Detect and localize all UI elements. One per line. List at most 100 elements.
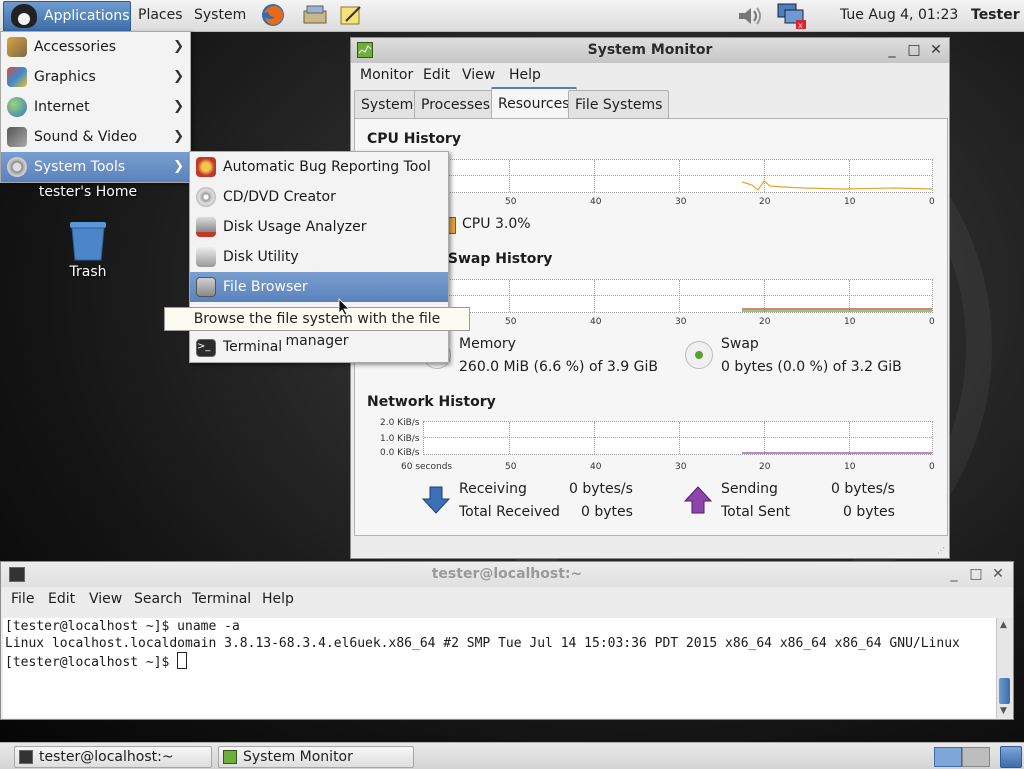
screenshot-icon[interactable] — [302, 3, 328, 27]
volume-icon[interactable] — [736, 4, 766, 28]
top-panel: Applications Places System x Tue Aug 4, … — [0, 0, 1024, 32]
terminal-titlebar[interactable]: tester@localhost:~ _ □ ✕ — [1, 562, 1013, 588]
submenu-item-label: Disk Utility — [223, 249, 299, 265]
cpu-history-title: CPU History — [367, 131, 461, 147]
tab-processes[interactable]: Processes — [414, 90, 498, 119]
menu-item-graphics[interactable]: Graphics ❯ — [1, 62, 190, 92]
terminal-line: [tester@localhost ~]$ uname -a — [5, 619, 240, 634]
sending-label: Sending — [721, 481, 778, 497]
total-sent-label: Total Sent — [721, 504, 791, 520]
resize-grip[interactable]: ⋰ — [937, 546, 947, 556]
tab-file-systems[interactable]: File Systems — [568, 90, 670, 119]
menu-item-accessories[interactable]: Accessories ❯ — [1, 32, 190, 62]
terminal-line: Linux localhost.localdomain 3.8.13-68.3.… — [5, 636, 960, 651]
menu-help[interactable]: Help — [262, 587, 294, 612]
menu-view[interactable]: View — [89, 587, 122, 612]
chevron-right-icon: ❯ — [173, 159, 184, 174]
swap-value: 0 bytes (0.0 %) of 3.2 GiB — [721, 359, 902, 375]
scroll-down-arrow-icon[interactable]: ▼ — [1000, 706, 1007, 716]
system-menu[interactable]: System — [194, 0, 246, 31]
minimize-button[interactable]: _ — [945, 564, 963, 584]
memory-value: 260.0 MiB (6.6 %) of 3.9 GiB — [459, 359, 658, 375]
taskbar-item-terminal[interactable]: tester@localhost:~ — [14, 746, 212, 768]
menu-file[interactable]: File — [11, 587, 34, 612]
cpu-value: 3.0% — [495, 216, 531, 232]
submenu-item-disk-usage-analyzer[interactable]: Disk Usage Analyzer — [190, 212, 448, 242]
menu-search[interactable]: Search — [134, 587, 182, 612]
memory-label: Memory — [459, 336, 516, 352]
clock[interactable]: Tue Aug 4, 01:23 — [840, 0, 958, 31]
memory-tick: 0 — [929, 317, 935, 327]
receiving-value: 0 bytes/s — [569, 481, 633, 497]
network-tick: 40 — [590, 462, 602, 472]
submenu-item-label: File Browser — [223, 279, 308, 295]
menu-view[interactable]: View — [462, 63, 495, 88]
taskbar-item-system-monitor[interactable]: System Monitor — [218, 746, 414, 768]
network-status-icon[interactable]: x — [776, 2, 808, 30]
terminal-icon — [19, 750, 33, 764]
submenu-item-cd-dvd-creator[interactable]: CD/DVD Creator — [190, 182, 448, 212]
submenu-item-disk-utility[interactable]: Disk Utility — [190, 242, 448, 272]
memory-tick: 10 — [844, 317, 856, 327]
menu-item-sound-video[interactable]: Sound & Video ❯ — [1, 122, 190, 152]
close-button[interactable]: ✕ — [927, 40, 945, 60]
close-button[interactable]: ✕ — [989, 564, 1007, 584]
menu-item-system-tools[interactable]: System Tools ❯ — [1, 152, 190, 182]
submenu-item-label: Automatic Bug Reporting Tool — [223, 159, 431, 175]
notes-icon[interactable] — [338, 3, 364, 27]
network-tick: 50 — [505, 462, 517, 472]
system-monitor-titlebar[interactable]: System Monitor _ □ ✕ — [351, 38, 949, 64]
trash-label: Trash — [69, 264, 107, 280]
trash-icon[interactable] — [66, 218, 110, 262]
user-menu[interactable]: Tester — [971, 0, 1020, 31]
chevron-right-icon: ❯ — [173, 69, 184, 84]
cpu-tick: 20 — [759, 197, 771, 207]
accessories-icon — [7, 37, 27, 57]
maximize-button[interactable]: □ — [905, 40, 923, 60]
menu-monitor[interactable]: Monitor — [360, 63, 413, 88]
chevron-right-icon: ❯ — [173, 39, 184, 54]
minimize-button[interactable]: _ — [883, 40, 901, 60]
scroll-up-arrow-icon[interactable]: ▲ — [1000, 620, 1007, 630]
cpu-tick: 10 — [844, 197, 856, 207]
submenu-item-bug-reporting[interactable]: Automatic Bug Reporting Tool — [190, 152, 448, 182]
total-received-value: 0 bytes — [581, 504, 633, 520]
terminal-output[interactable]: [tester@localhost ~]$ uname -a Linux loc… — [3, 618, 996, 718]
menu-edit[interactable]: Edit — [48, 587, 75, 612]
workspace-2[interactable] — [962, 747, 990, 767]
cpu-tick: 30 — [675, 197, 687, 207]
chevron-right-icon: ❯ — [173, 129, 184, 144]
terminal-prompt: [tester@localhost ~]$ — [5, 655, 178, 670]
file-browser-tooltip: Browse the file system with the file man… — [164, 307, 470, 349]
home-folder-label[interactable]: tester's Home — [28, 184, 148, 200]
workspace-1[interactable] — [934, 747, 962, 767]
network-tick: 0 — [929, 462, 935, 472]
menu-item-label: System Tools — [34, 159, 126, 175]
receiving-arrow-icon[interactable] — [421, 485, 451, 515]
firefox-icon[interactable] — [260, 3, 286, 27]
menu-edit[interactable]: Edit — [423, 63, 450, 88]
scrollbar-thumb[interactable] — [999, 678, 1010, 704]
places-menu[interactable]: Places — [138, 0, 183, 31]
tab-bar: System Processes Resources File Systems — [351, 87, 949, 120]
sending-value: 0 bytes/s — [831, 481, 895, 497]
maximize-button[interactable]: □ — [967, 564, 985, 584]
receiving-label: Receiving — [459, 481, 527, 497]
terminal-prompt-line: [tester@localhost ~]$ — [5, 652, 188, 671]
tab-resources[interactable]: Resources — [491, 87, 577, 120]
menu-help[interactable]: Help — [509, 63, 541, 88]
applications-menu-button[interactable]: Applications — [3, 1, 131, 32]
sending-arrow-icon[interactable] — [683, 485, 713, 515]
taskbar-item-label: System Monitor — [243, 749, 353, 765]
memory-graph — [423, 279, 933, 313]
menu-terminal[interactable]: Terminal — [192, 587, 251, 612]
terminal-scrollbar[interactable]: ▲ ▼ — [996, 618, 1013, 718]
tab-system[interactable]: System — [354, 90, 421, 119]
chevron-right-icon: ❯ — [173, 99, 184, 114]
total-sent-value: 0 bytes — [843, 504, 895, 520]
submenu-item-file-browser[interactable]: File Browser — [190, 272, 448, 302]
menu-item-internet[interactable]: Internet ❯ — [1, 92, 190, 122]
menu-item-label: Sound & Video — [34, 129, 138, 145]
swap-pie-icon[interactable] — [685, 341, 713, 369]
show-desktop-icon[interactable] — [1000, 746, 1022, 768]
